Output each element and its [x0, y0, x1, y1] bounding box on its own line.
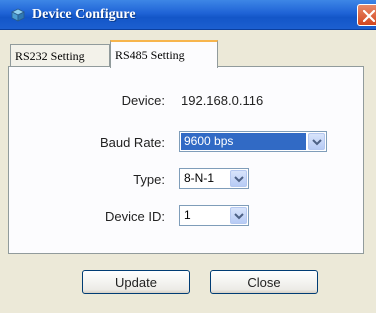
device-id-dropdown-button[interactable] [230, 207, 247, 224]
baud-rate-value: 9600 bps [184, 134, 234, 148]
device-id-value: 1 [184, 208, 191, 222]
type-select[interactable]: 8-N-1 [179, 168, 249, 189]
close-button[interactable]: Close [210, 270, 318, 294]
baud-rate-dropdown-button[interactable] [308, 133, 325, 150]
tab-rs232-setting[interactable]: RS232 Setting [10, 44, 110, 68]
chevron-down-icon [234, 213, 244, 220]
device-id-select[interactable]: 1 [179, 205, 249, 226]
chevron-down-icon [234, 176, 244, 183]
baud-rate-select[interactable]: 9600 bps [179, 131, 327, 152]
rs485-settings-panel: Device: 192.168.0.116 Baud Rate: 9600 bp… [8, 66, 364, 254]
close-window-button[interactable] [357, 4, 376, 26]
update-button[interactable]: Update [82, 270, 190, 294]
device-ip-value: 192.168.0.116 [181, 93, 264, 108]
close-icon [363, 10, 375, 22]
type-dropdown-button[interactable] [230, 170, 247, 187]
device-configure-window: Device Configure RS232 Setting RS485 Set… [0, 0, 376, 313]
device-id-label: Device ID: [105, 209, 165, 224]
window-title: Device Configure [32, 7, 136, 22]
tab-rs485-setting[interactable]: RS485 Setting [110, 40, 218, 68]
baud-rate-label: Baud Rate: [99, 135, 165, 150]
chevron-down-icon [312, 139, 322, 146]
type-value: 8-N-1 [184, 171, 215, 185]
device-label: Device: [121, 93, 165, 108]
title-bar[interactable]: Device Configure [0, 0, 376, 30]
device-configure-icon [10, 8, 26, 22]
type-label: Type: [133, 172, 165, 187]
tab-strip: RS232 Setting RS485 Setting [8, 40, 368, 68]
